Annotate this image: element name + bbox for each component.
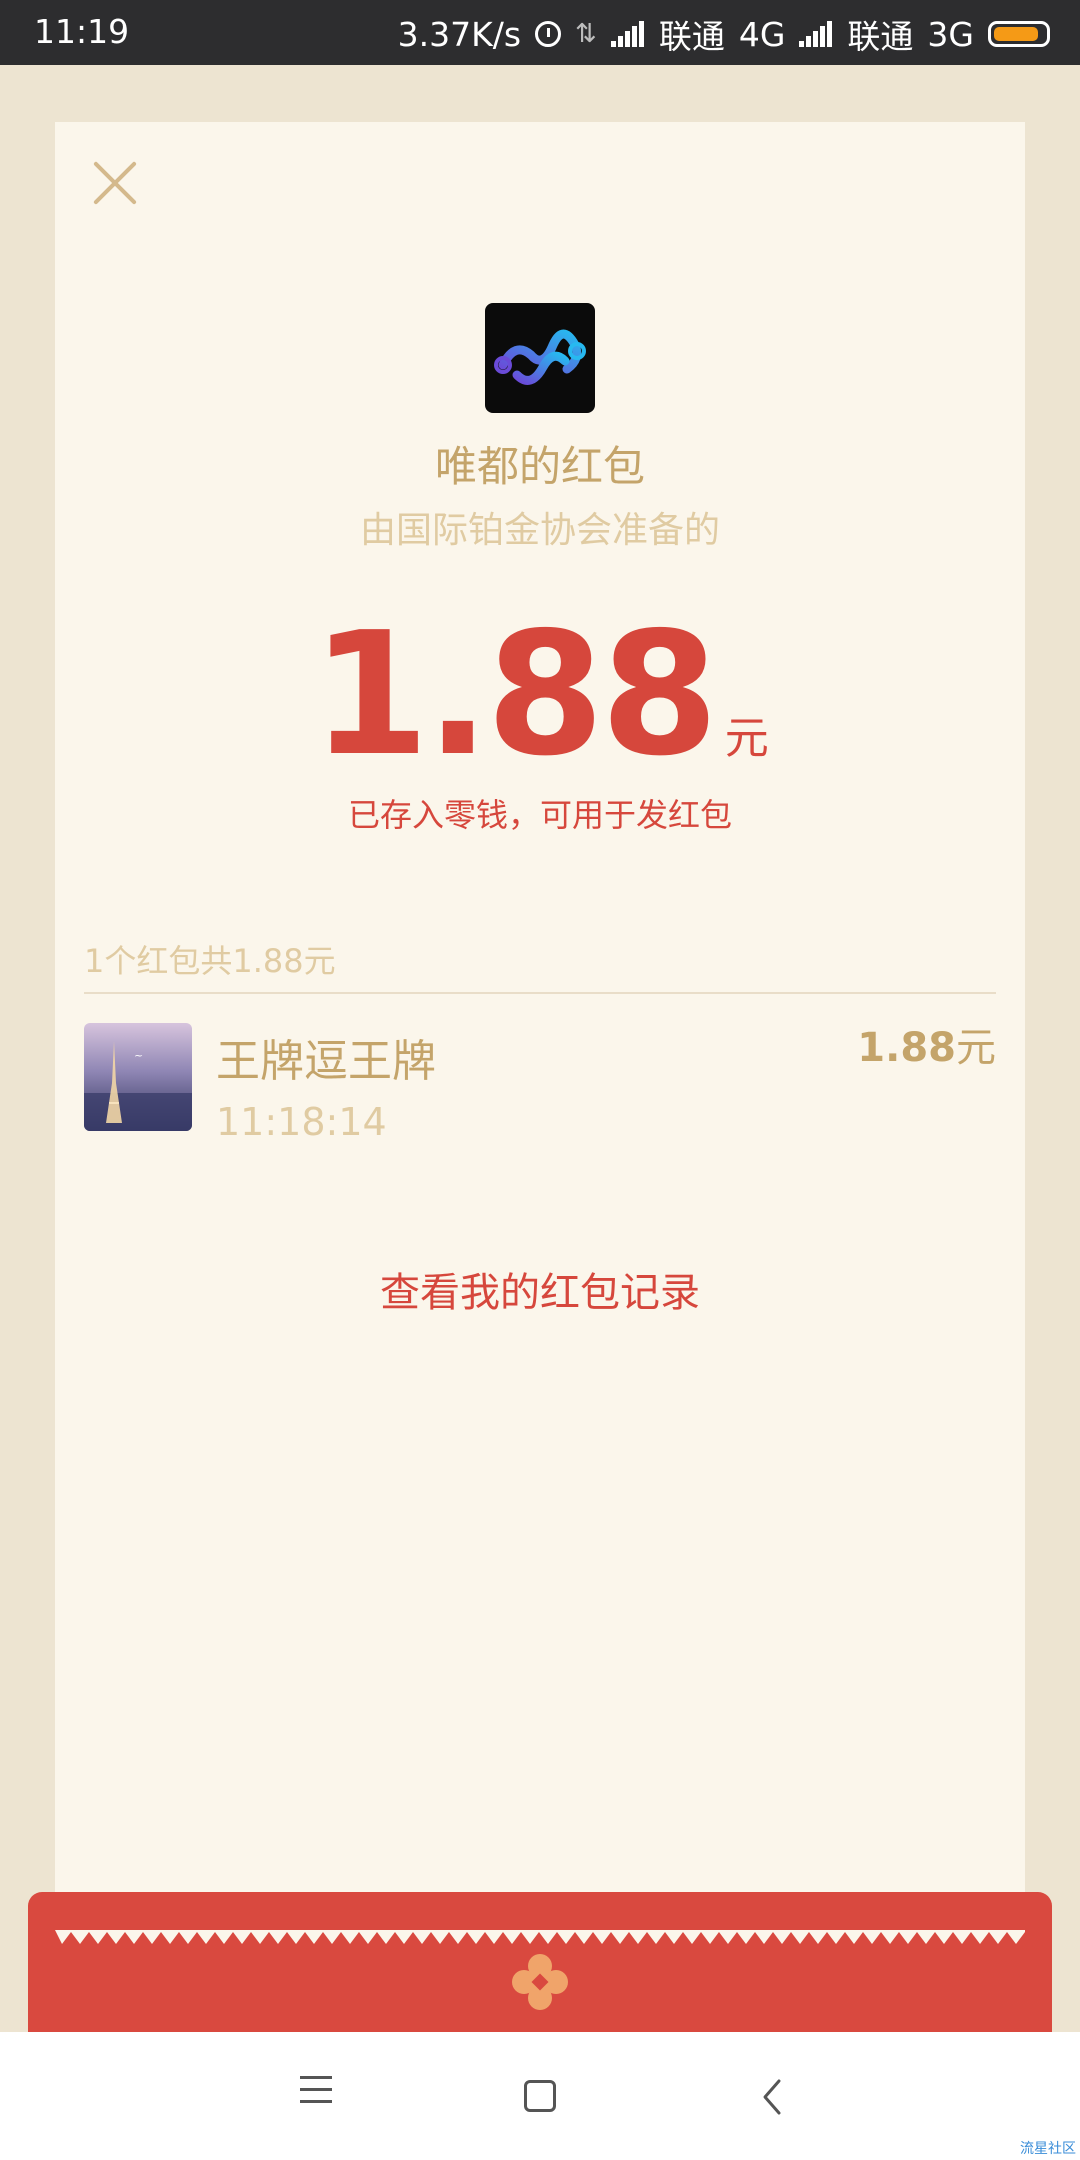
home-icon[interactable] — [524, 2080, 556, 2112]
recipient-name: 王牌逗王牌 — [216, 1036, 436, 1087]
battery-fill — [994, 27, 1039, 41]
sender-organization: 由国际铂金协会准备的 — [359, 510, 720, 551]
network-type-2: 3G — [927, 14, 974, 54]
recipient-amount-value: 1.88 — [857, 1025, 956, 1071]
avatar-eiffel-image: ~ — [84, 1023, 192, 1131]
status-bar: 11:19 3.37K/s ⇅ 联通 4G 联通 3G — [0, 0, 1080, 65]
battery-icon — [988, 21, 1050, 47]
amount-unit: 元 — [724, 713, 769, 764]
sender-logo-graphic — [494, 329, 586, 385]
close-icon[interactable] — [90, 158, 140, 208]
deposit-note: 已存入零钱，可用于发红包 — [347, 796, 732, 834]
view-history-link[interactable]: 查看我的红包记录 — [0, 1260, 1080, 1318]
status-time: 11:19 — [34, 12, 130, 51]
zigzag-edge — [55, 1930, 1025, 1944]
packet-summary: 1个红包共1.88元 — [84, 942, 336, 980]
recipient-amount: 1.88元 — [857, 1015, 996, 1073]
system-navigation-bar: 流星社区 — [0, 2032, 1080, 2160]
watermark: 流星社区 — [1020, 2141, 1076, 2157]
signal-2-icon — [799, 21, 833, 47]
divider — [84, 992, 996, 994]
back-icon[interactable] — [757, 2077, 787, 2117]
status-right-group: 3.37K/s ⇅ 联通 4G 联通 3G — [398, 10, 1050, 58]
recipient-amount-unit: 元 — [956, 1025, 996, 1071]
sender-logo — [485, 303, 595, 413]
avatar[interactable]: ~ — [84, 1023, 192, 1131]
data-transfer-icon: ⇅ — [575, 19, 597, 49]
menu-icon[interactable] — [300, 2072, 336, 2112]
carrier-1: 联通 — [658, 17, 725, 56]
carrier-2: 联通 — [847, 17, 914, 56]
sender-name: 唯都的红包 — [434, 442, 645, 491]
svg-text:~: ~ — [134, 1049, 143, 1062]
amount-value: 1.88 — [311, 596, 718, 794]
network-type-1: 4G — [738, 14, 786, 54]
flower-emblem-icon — [512, 1954, 568, 2010]
alarm-icon — [535, 21, 562, 47]
recipient-time: 11:18:14 — [216, 1100, 387, 1144]
received-amount: 1.88 元 — [0, 610, 1080, 780]
signal-1-icon — [610, 21, 645, 47]
network-speed: 3.37K/s — [397, 14, 522, 54]
